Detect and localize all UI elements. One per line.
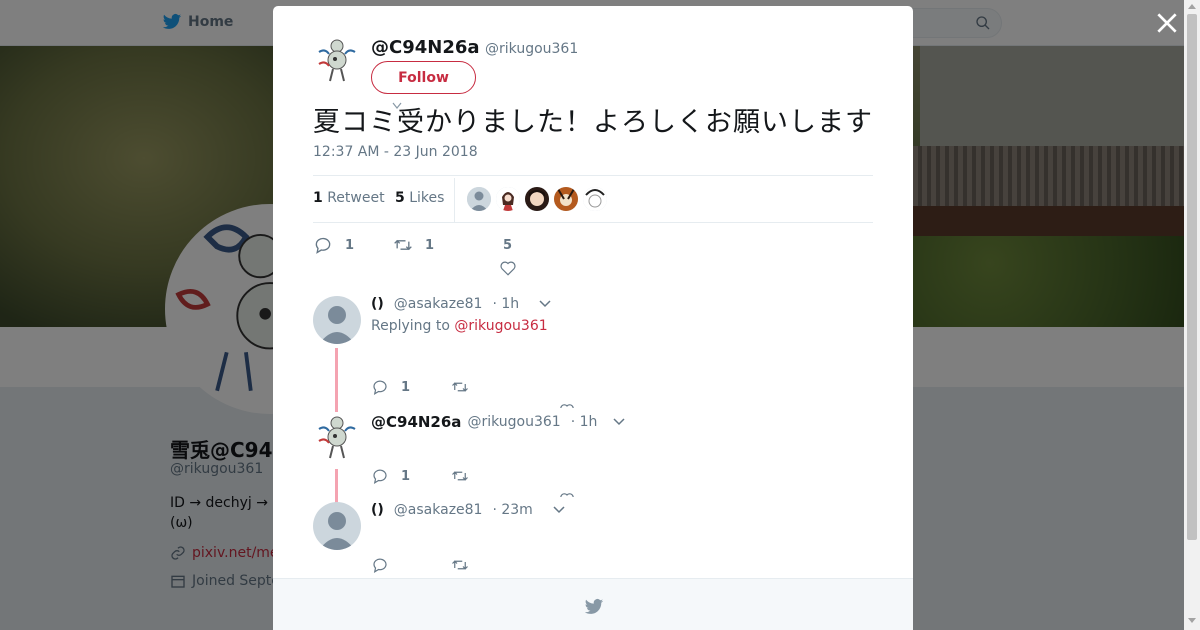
retweet-icon bbox=[452, 382, 468, 392]
retweet-button[interactable]: 1 bbox=[393, 235, 434, 255]
reply-header: () @asakaze81 · 1h bbox=[371, 296, 551, 312]
heart-icon[interactable] bbox=[499, 259, 517, 277]
retweet-button[interactable] bbox=[451, 467, 531, 485]
retweet-stat-label: Retweet bbox=[327, 190, 385, 206]
retweet-button[interactable] bbox=[451, 556, 531, 574]
tweet-timestamp[interactable]: 12:37 AM - 23 Jun 2018 bbox=[313, 144, 478, 160]
reply-icon bbox=[315, 237, 331, 254]
likes-stat-count: 5 bbox=[395, 190, 405, 206]
retweet-icon bbox=[452, 471, 468, 481]
scroll-up-arrow[interactable] bbox=[1188, 4, 1196, 9]
reply-time[interactable]: · 1h bbox=[492, 296, 519, 312]
reply-author-name[interactable]: @C94N26a bbox=[371, 413, 461, 431]
tweet-text: 夏コミ受かりました！よろしくお願いします bbox=[313, 107, 873, 138]
liker-avatar[interactable] bbox=[583, 187, 607, 211]
liker-avatar[interactable] bbox=[467, 187, 491, 211]
follow-button[interactable]: Follow bbox=[371, 61, 476, 94]
heart-icon[interactable] bbox=[559, 491, 575, 497]
close-icon[interactable] bbox=[1154, 10, 1180, 36]
reply-author-handle[interactable]: @rikugou361 bbox=[467, 414, 560, 430]
scroll-down-arrow[interactable] bbox=[1188, 618, 1196, 623]
chevron-down-icon[interactable] bbox=[613, 418, 625, 426]
liker-avatar[interactable] bbox=[525, 187, 549, 211]
modal-footer bbox=[273, 578, 913, 630]
like-count: 5 bbox=[503, 238, 513, 253]
replying-to-handle[interactable]: @rikugou361 bbox=[454, 318, 547, 334]
reply-avatar[interactable] bbox=[313, 413, 361, 461]
reply-button[interactable]: 1 bbox=[313, 235, 354, 255]
reply-count: 1 bbox=[401, 379, 411, 395]
reply-icon bbox=[373, 558, 387, 573]
reply-author-handle[interactable]: @asakaze81 bbox=[394, 296, 483, 312]
reply-avatar[interactable] bbox=[313, 502, 361, 550]
thread-line bbox=[335, 469, 338, 505]
reply-actions bbox=[371, 556, 531, 574]
reply-time[interactable]: · 1h bbox=[571, 414, 598, 430]
reply-actions: 1 bbox=[371, 467, 531, 485]
reply-icon bbox=[373, 469, 387, 484]
reply-button[interactable] bbox=[371, 556, 451, 574]
retweet-button[interactable] bbox=[451, 378, 531, 396]
retweet-stat[interactable]: 1 Retweet bbox=[313, 190, 385, 206]
replying-to-prefix: Replying to bbox=[371, 318, 455, 334]
reply-icon bbox=[373, 380, 387, 395]
liker-avatar[interactable] bbox=[496, 187, 520, 211]
reply-button[interactable]: 1 bbox=[371, 467, 451, 485]
retweet-stat-count: 1 bbox=[313, 190, 323, 206]
reply-button[interactable]: 1 bbox=[371, 378, 451, 396]
chevron-down-icon[interactable] bbox=[553, 506, 565, 514]
retweet-icon bbox=[394, 239, 412, 251]
reply-author-handle[interactable]: @asakaze81 bbox=[394, 502, 483, 518]
stats-divider bbox=[454, 178, 455, 222]
tweet-stats: 1 Retweet 5 Likes bbox=[313, 175, 873, 223]
tweet-author-avatar[interactable] bbox=[313, 36, 361, 84]
reply-avatar[interactable] bbox=[313, 296, 361, 344]
reply-count: 1 bbox=[345, 237, 355, 253]
likes-stat-label: Likes bbox=[409, 190, 445, 206]
thread-line bbox=[335, 348, 338, 412]
liker-avatar[interactable] bbox=[554, 187, 578, 211]
replying-to: Replying to @rikugou361 bbox=[371, 318, 548, 334]
reply-author-name[interactable]: () bbox=[371, 502, 384, 518]
reply-header: @C94N26a @rikugou361 · 1h bbox=[371, 413, 625, 431]
likers-avatars bbox=[467, 187, 607, 211]
reply-author-name[interactable]: () bbox=[371, 296, 384, 312]
likes-stat[interactable]: 5 Likes bbox=[395, 190, 444, 206]
retweet-count: 1 bbox=[425, 237, 435, 253]
reply-count: 1 bbox=[401, 468, 411, 484]
reply-actions: 1 bbox=[371, 378, 531, 396]
scrollbar[interactable] bbox=[1184, 0, 1200, 630]
reply-header: () @asakaze81 · 23m bbox=[371, 502, 565, 518]
tweet-modal: @C94N26a @rikugou361 Follow 夏コミ受かりました！よろ… bbox=[273, 6, 913, 630]
chevron-down-icon[interactable] bbox=[539, 300, 551, 308]
retweet-icon bbox=[452, 560, 468, 570]
scrollbar-thumb[interactable] bbox=[1187, 14, 1197, 540]
heart-icon[interactable] bbox=[559, 402, 575, 408]
twitter-bird-icon bbox=[584, 599, 604, 614]
reply-time[interactable]: · 23m bbox=[492, 502, 532, 518]
tweet-actions: 1 1 5 bbox=[313, 231, 873, 281]
tweet-author-handle[interactable]: @rikugou361 bbox=[485, 41, 578, 57]
tweet-author-name[interactable]: @C94N26a bbox=[371, 37, 480, 58]
